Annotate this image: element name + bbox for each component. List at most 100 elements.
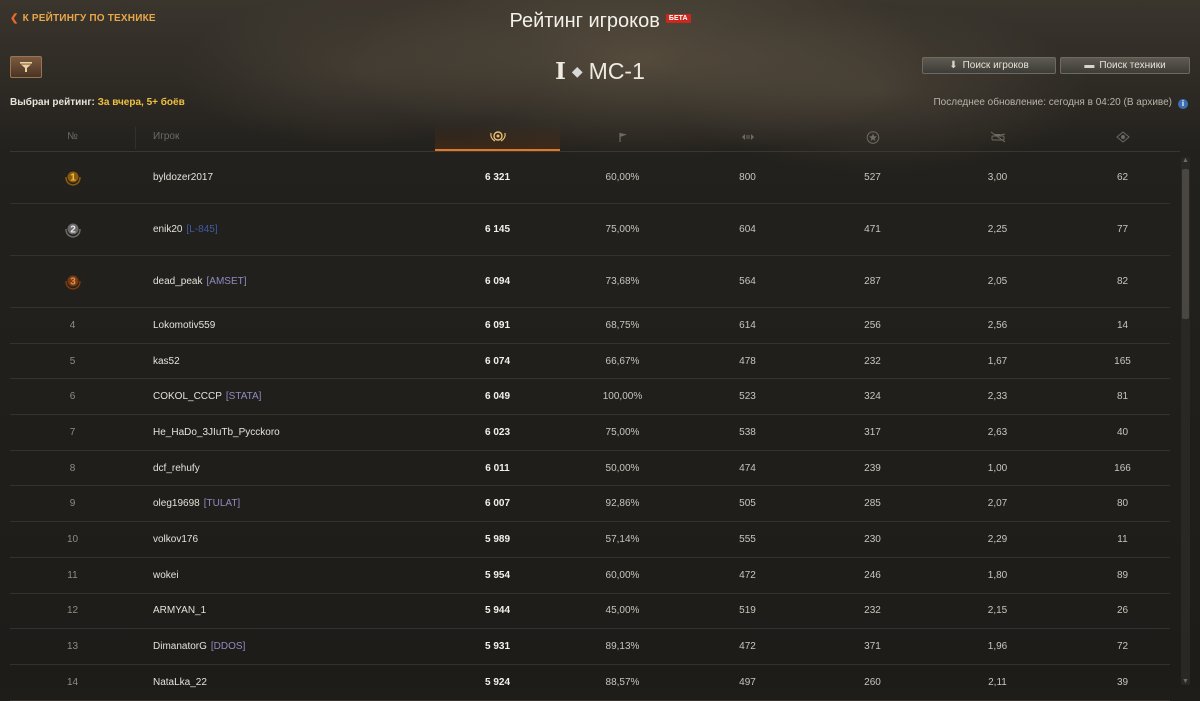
rank-cell: 10 bbox=[10, 522, 135, 557]
win-rate-value: 57,14% bbox=[605, 533, 640, 545]
player-name[interactable]: oleg19698 bbox=[153, 498, 200, 509]
player-name[interactable]: dcf_rehufy bbox=[153, 463, 200, 474]
rank-cell: 5 bbox=[10, 344, 135, 379]
player-name[interactable]: NataLka_22 bbox=[153, 677, 207, 688]
player-cell: NataLka_22 bbox=[153, 665, 207, 700]
player-name[interactable]: enik20 bbox=[153, 224, 182, 235]
table-row[interactable]: 9 oleg19698 [TULAT] 6 007 92,86% 505 285 2,07 80 bbox=[10, 486, 1170, 523]
scroll-up-arrow[interactable]: ▲ bbox=[1181, 157, 1190, 164]
table-row[interactable]: 13 DimanatorG [DDOS] 5 931 89,13% 472 371 1,96 7… bbox=[10, 629, 1170, 665]
win-rate-value: 75,00% bbox=[605, 426, 640, 438]
experience-value: 230 bbox=[864, 533, 881, 545]
kills-value: 2,63 bbox=[987, 426, 1008, 438]
experience-value: 471 bbox=[864, 224, 881, 235]
rank-cell: 11 bbox=[10, 558, 135, 593]
player-name[interactable]: DimanatorG bbox=[153, 641, 207, 652]
win-rate-value: 60,00% bbox=[605, 569, 640, 581]
rating-value: 5 989 bbox=[484, 533, 511, 545]
table-row[interactable]: 5 kas52 6 074 66,67% 478 232 1,67 165 bbox=[10, 344, 1170, 380]
player-name[interactable]: He_HaDo_3JIuTb_Pycckoro bbox=[153, 427, 280, 438]
damage-value: 497 bbox=[739, 676, 756, 688]
player-name[interactable]: Lokomotiv559 bbox=[153, 320, 215, 331]
win-rate-value: 92,86% bbox=[605, 498, 640, 510]
player-name[interactable]: wokei bbox=[153, 570, 179, 581]
column-spotted[interactable] bbox=[1060, 123, 1185, 151]
rating-value: 6 091 bbox=[484, 319, 511, 331]
table-row[interactable]: 14 NataLka_22 5 924 88,57% 497 260 2,11 39 bbox=[10, 665, 1170, 701]
damage-value: 538 bbox=[739, 426, 756, 438]
clan-tag[interactable]: [TULAT] bbox=[204, 498, 240, 509]
table-row[interactable]: 1 byldozer2017 6 321 60,00% 800 527 3,00 62 bbox=[10, 152, 1170, 204]
scroll-down-arrow[interactable]: ▼ bbox=[1181, 678, 1190, 685]
player-name[interactable]: dead_peak bbox=[153, 276, 203, 287]
rank-number: 9 bbox=[69, 498, 76, 510]
win-rate-value: 100,00% bbox=[602, 391, 643, 403]
experience-value: 285 bbox=[864, 498, 881, 510]
column-wins[interactable] bbox=[560, 123, 685, 151]
rating-value: 6 094 bbox=[484, 276, 511, 287]
column-experience[interactable] bbox=[810, 123, 935, 151]
table-row[interactable]: 7 He_HaDo_3JIuTb_Pycckoro 6 023 75,00% 538 31… bbox=[10, 415, 1170, 451]
rank-cell: 6 bbox=[10, 379, 135, 414]
table-row[interactable]: 11 wokei 5 954 60,00% 472 246 1,80 89 bbox=[10, 558, 1170, 594]
clan-tag[interactable]: [AMSET] bbox=[207, 276, 247, 287]
kills-value: 1,67 bbox=[987, 355, 1008, 367]
table-row[interactable]: 12 ARMYAN_1 5 944 45,00% 519 232 2,15 26 bbox=[10, 594, 1170, 630]
experience-value: 239 bbox=[864, 462, 881, 474]
player-name[interactable]: COKOL_CCCP bbox=[153, 391, 222, 402]
spotted-value: 89 bbox=[1116, 569, 1129, 581]
page-title-text: Рейтинг игроков bbox=[509, 10, 660, 32]
rank-cell: 9 bbox=[10, 486, 135, 521]
kills-value: 2,07 bbox=[987, 498, 1008, 510]
spotting-icon bbox=[1115, 131, 1130, 143]
info-icon[interactable]: i bbox=[1178, 99, 1188, 109]
rank-cell: 13 bbox=[10, 629, 135, 664]
player-name[interactable]: ARMYAN_1 bbox=[153, 605, 206, 616]
column-rating[interactable] bbox=[435, 123, 560, 151]
table-row[interactable]: 4 Lokomotiv559 6 091 68,75% 614 256 2,56 14 bbox=[10, 308, 1170, 344]
rank-cell: 7 bbox=[10, 415, 135, 450]
experience-value: 527 bbox=[864, 172, 881, 183]
selected-rating-value[interactable]: За вчера, 5+ боёв bbox=[98, 97, 185, 108]
win-rate-value: 45,00% bbox=[605, 605, 640, 617]
page-title: Рейтинг игроков БЕТА bbox=[0, 10, 1200, 33]
experience-value: 371 bbox=[864, 641, 881, 653]
table-row[interactable]: 8 dcf_rehufy 6 011 50,00% 474 239 1,00 166 bbox=[10, 451, 1170, 487]
star-icon bbox=[866, 130, 879, 144]
clan-tag[interactable]: [DDOS] bbox=[211, 641, 245, 652]
search-vehicles-button[interactable]: ▬ Поиск техники bbox=[1060, 57, 1190, 74]
scroll-thumb[interactable] bbox=[1182, 169, 1189, 319]
column-rank[interactable]: № bbox=[10, 123, 135, 151]
damage-value: 604 bbox=[739, 224, 756, 235]
player-name[interactable]: kas52 bbox=[153, 356, 180, 367]
experience-value: 232 bbox=[864, 355, 881, 367]
damage-value: 800 bbox=[739, 172, 756, 183]
column-player[interactable]: Игрок bbox=[153, 123, 433, 151]
win-rate-value: 73,68% bbox=[605, 276, 640, 287]
kills-value: 2,15 bbox=[987, 605, 1008, 617]
player-name[interactable]: byldozer2017 bbox=[153, 172, 213, 183]
table-row[interactable]: 10 volkov176 5 989 57,14% 555 230 2,29 11 bbox=[10, 522, 1170, 558]
spotted-value: 72 bbox=[1116, 641, 1129, 653]
column-damage[interactable] bbox=[685, 123, 810, 151]
scrollbar[interactable]: ▲ ▼ bbox=[1181, 157, 1190, 685]
kills-value: 3,00 bbox=[987, 172, 1008, 183]
flag-icon bbox=[618, 133, 627, 142]
player-name[interactable]: volkov176 bbox=[153, 534, 198, 545]
kills-value: 2,29 bbox=[987, 533, 1008, 545]
player-cell: ARMYAN_1 bbox=[153, 594, 206, 629]
player-cell: COKOL_CCCP [STATA] bbox=[153, 379, 261, 414]
spotted-value: 39 bbox=[1116, 676, 1129, 688]
clan-tag[interactable]: [L-845] bbox=[186, 224, 217, 235]
table-row[interactable]: 6 COKOL_CCCP [STATA] 6 049 100,00% 523 324 2,33… bbox=[10, 379, 1170, 416]
rating-value: 6 023 bbox=[484, 426, 511, 438]
win-rate-value: 66,67% bbox=[605, 355, 640, 367]
table-row[interactable]: 2 enik20 [L-845] 6 145 75,00% 604 471 2,25 77 bbox=[10, 204, 1170, 256]
bronze-medal-icon: 3 bbox=[64, 275, 81, 290]
table-row[interactable]: 3 dead_peak [AMSET] 6 094 73,68% 564 287 2,05 82 bbox=[10, 256, 1170, 308]
clan-tag[interactable]: [STATA] bbox=[226, 391, 262, 402]
player-cell: wokei bbox=[153, 558, 179, 593]
win-rate-value: 88,57% bbox=[605, 676, 640, 688]
column-kills[interactable] bbox=[935, 123, 1060, 151]
search-players-button[interactable]: ⬇ Поиск игроков bbox=[922, 57, 1056, 74]
